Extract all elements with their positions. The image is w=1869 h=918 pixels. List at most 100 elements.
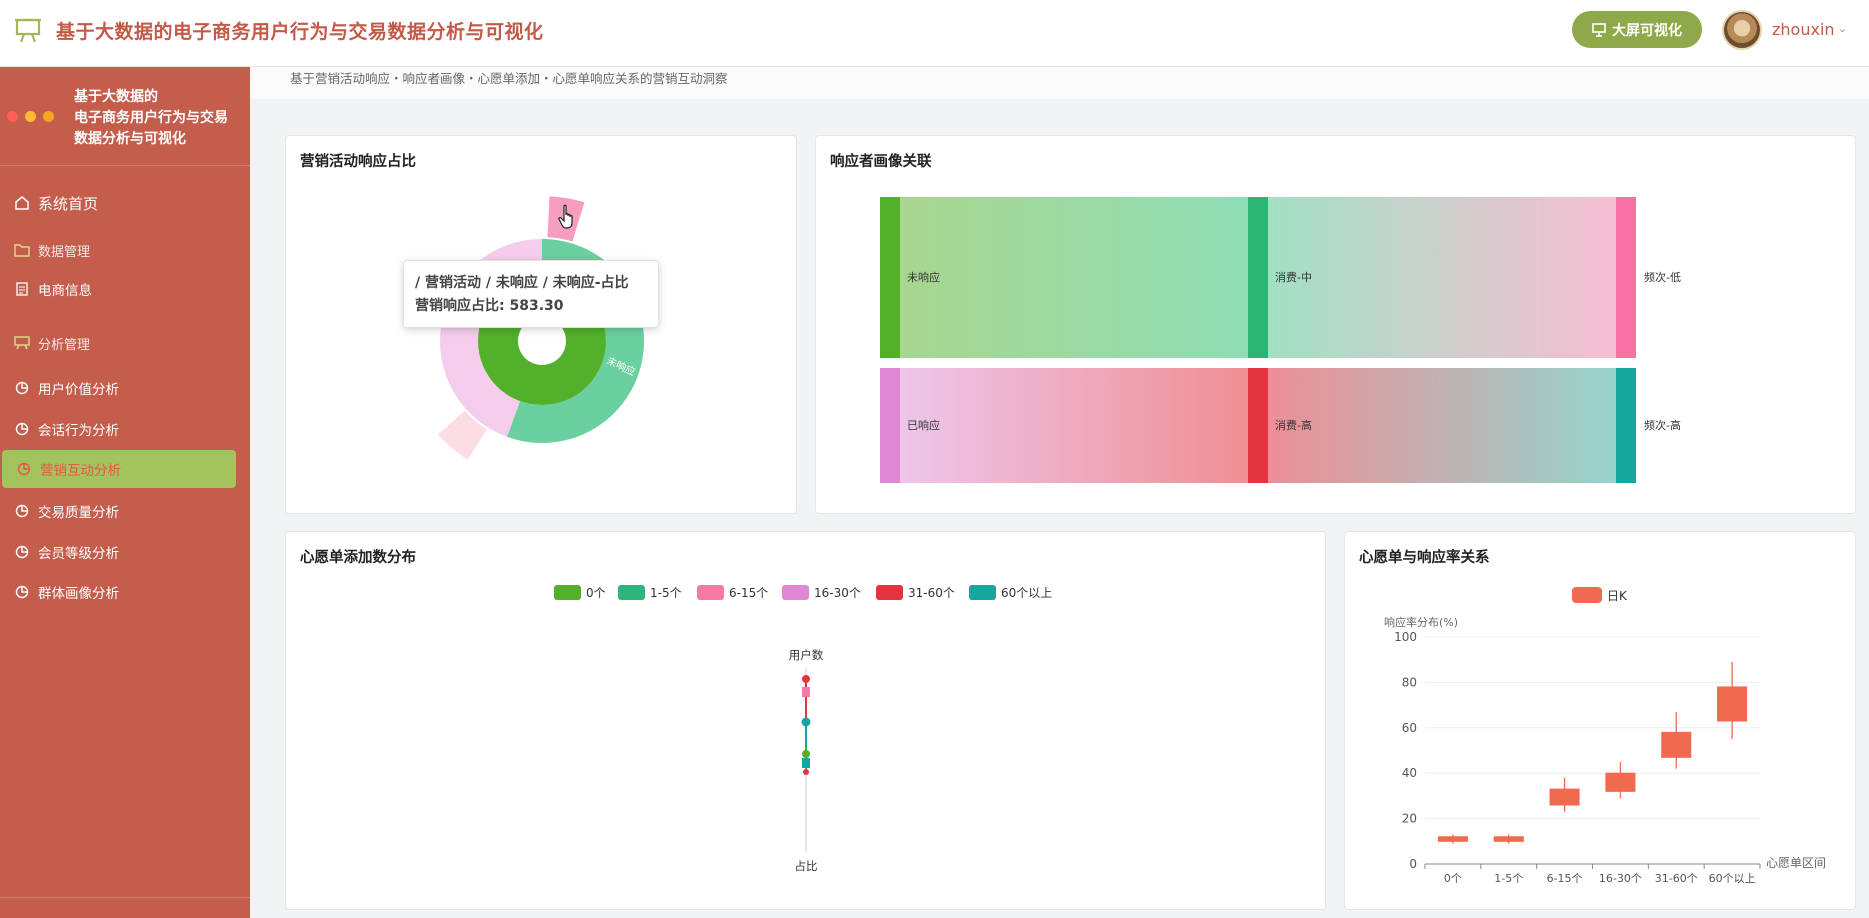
breadcrumb: 基于营销活动响应・响应者画像・心愿单添加・心愿单响应关系的营销互动洞察 <box>290 71 728 86</box>
legend-item[interactable]: 1-5个 <box>618 585 682 600</box>
avatar[interactable] <box>1722 10 1762 50</box>
sidebar-item-analysis[interactable]: 会员等级分析 <box>0 532 250 572</box>
username[interactable]: zhouxin <box>1772 20 1835 39</box>
sidebar: 基于大数据的 电子商务用户行为与交易 数据分析与可视化 系统首页 数据管理 电商… <box>0 67 250 918</box>
y-tick-label: 0 <box>1409 857 1417 871</box>
brand-line-3: 数据分析与可视化 <box>74 131 186 147</box>
legend-label: 6-15个 <box>729 586 768 600</box>
folder-icon <box>12 240 32 260</box>
legend-item[interactable]: 6-15个 <box>697 585 768 600</box>
candle-body[interactable] <box>1493 836 1524 842</box>
legend-item[interactable]: 60个以上 <box>969 585 1052 600</box>
candlestick-chart[interactable]: 日K 响应率分布(%) 心愿单区间 0 20 40 60 80 100 0个 1-5个 6-15… <box>1345 532 1857 911</box>
sankey-link[interactable] <box>1268 197 1616 358</box>
pie-chart-icon <box>14 459 34 479</box>
pie-chart-icon <box>12 378 32 398</box>
sankey-node-freq-low[interactable] <box>1616 197 1636 358</box>
sankey-label: 频次-低 <box>1644 270 1681 284</box>
sidebar-item-analysis[interactable]: 营销互动分析 <box>2 450 236 488</box>
legend-swatch[interactable] <box>554 585 581 600</box>
yellow-dot-icon <box>25 111 36 122</box>
chevron-down-icon[interactable]: ⌄ <box>1838 22 1847 35</box>
sidebar-item-label: 营销互动分析 <box>40 463 121 479</box>
tooltip-path: / 营销活动 / 未响应 / 未响应-占比 <box>415 275 629 291</box>
sankey-label: 未响应 <box>907 270 940 284</box>
y-tick-label: 60 <box>1402 721 1417 735</box>
x-tick-label: 1-5个 <box>1494 872 1523 885</box>
brand-line-1: 基于大数据的 <box>74 89 158 105</box>
candle-body[interactable] <box>1717 686 1748 722</box>
y-tick-label: 40 <box>1402 766 1417 780</box>
legend-swatch[interactable] <box>1572 587 1602 603</box>
series-point[interactable] <box>802 750 810 758</box>
chart-board-icon <box>12 333 32 353</box>
series-point[interactable] <box>803 769 809 775</box>
sidebar-item-label: 会话行为分析 <box>38 423 119 439</box>
sankey-node-unresponded[interactable] <box>880 197 900 358</box>
sidebar-item-analysis[interactable]: 用户价值分析 <box>0 368 250 408</box>
sidebar-group-label: 分析管理 <box>38 337 91 353</box>
x-tick-label: 16-30个 <box>1599 872 1642 885</box>
wishlist-chart[interactable]: 用户数 占比 0个 1-5个 6-15个 16-30个 31-60个 60个以上 <box>286 532 1327 911</box>
sidebar-divider <box>0 165 250 166</box>
legend-swatch[interactable] <box>969 585 996 600</box>
sidebar-group-analysis[interactable]: 分析管理 <box>0 323 250 363</box>
bigscreen-button[interactable]: 大屏可视化 <box>1572 11 1702 48</box>
sankey-node-spend-mid[interactable] <box>1248 197 1268 358</box>
chart-tooltip: / 营销活动 / 未响应 / 未响应-占比 营销响应占比: 583.30 <box>403 260 659 328</box>
sidebar-item-analysis[interactable]: 会话行为分析 <box>0 409 250 449</box>
monitor-icon <box>1592 22 1606 37</box>
legend-item[interactable]: 31-60个 <box>876 585 955 600</box>
window-dots <box>7 111 54 122</box>
y-axis-label: 响应率分布(%) <box>1384 615 1458 629</box>
app-title: 基于大数据的电子商务用户行为与交易数据分析与可视化 <box>56 21 544 43</box>
sidebar-group-label: 数据管理 <box>38 244 91 260</box>
sankey-link[interactable] <box>1268 368 1616 483</box>
series-point[interactable] <box>801 717 811 727</box>
sidebar-group-data[interactable]: 数据管理 <box>0 230 250 270</box>
sidebar-item-label: 电商信息 <box>38 283 92 299</box>
sidebar-item-label: 系统首页 <box>38 194 99 213</box>
legend-swatch[interactable] <box>697 585 724 600</box>
bigscreen-label: 大屏可视化 <box>1612 22 1682 39</box>
series-point[interactable] <box>802 687 810 697</box>
presentation-board-icon <box>15 18 41 43</box>
candle-body[interactable] <box>1661 731 1692 758</box>
home-icon <box>12 193 32 213</box>
sidebar-brand: 基于大数据的 电子商务用户行为与交易 数据分析与可视化 <box>74 87 244 150</box>
legend-label: 16-30个 <box>814 586 861 600</box>
sankey-node-freq-high[interactable] <box>1616 368 1636 483</box>
sankey-link[interactable] <box>900 368 1248 483</box>
candle-body[interactable] <box>1437 836 1468 842</box>
sankey-chart[interactable]: 未响应 已响应 消费-中 消费-高 频次-低 频次-高 <box>816 136 1857 515</box>
sankey-label: 消费-中 <box>1275 270 1312 284</box>
sidebar-item-analysis[interactable]: 群体画像分析 <box>0 572 250 612</box>
brand-line-2: 电子商务用户行为与交易 <box>74 110 228 126</box>
candle-body[interactable] <box>1605 772 1636 792</box>
sankey-link[interactable] <box>900 197 1248 358</box>
candle-body[interactable] <box>1549 788 1580 806</box>
sankey-node-responded[interactable] <box>880 368 900 483</box>
sidebar-item-ecommerce[interactable]: 电商信息 <box>0 269 250 309</box>
document-icon <box>12 279 32 299</box>
axis-top-label: 用户数 <box>789 648 824 662</box>
legend-swatch[interactable] <box>876 585 903 600</box>
legend-item[interactable]: 0个 <box>554 585 606 600</box>
legend-item[interactable]: 16-30个 <box>782 585 861 600</box>
pie-chart-icon <box>12 542 32 562</box>
series-point[interactable] <box>802 675 810 683</box>
x-tick-label: 0个 <box>1444 872 1462 885</box>
sidebar-divider <box>0 897 250 898</box>
legend-label: 31-60个 <box>908 586 955 600</box>
sankey-node-spend-high[interactable] <box>1248 368 1268 483</box>
x-tick-label: 31-60个 <box>1655 872 1698 885</box>
sidebar-item-home[interactable]: 系统首页 <box>0 183 250 223</box>
sankey-label: 已响应 <box>907 418 940 432</box>
legend-swatch[interactable] <box>618 585 645 600</box>
legend-swatch[interactable] <box>782 585 809 600</box>
sidebar-item-analysis[interactable]: 交易质量分析 <box>0 491 250 531</box>
series-point[interactable] <box>802 758 810 768</box>
sidebar-item-label: 交易质量分析 <box>38 505 119 521</box>
tooltip-value: 583.30 <box>509 298 564 314</box>
legend-label: 日K <box>1607 589 1628 603</box>
